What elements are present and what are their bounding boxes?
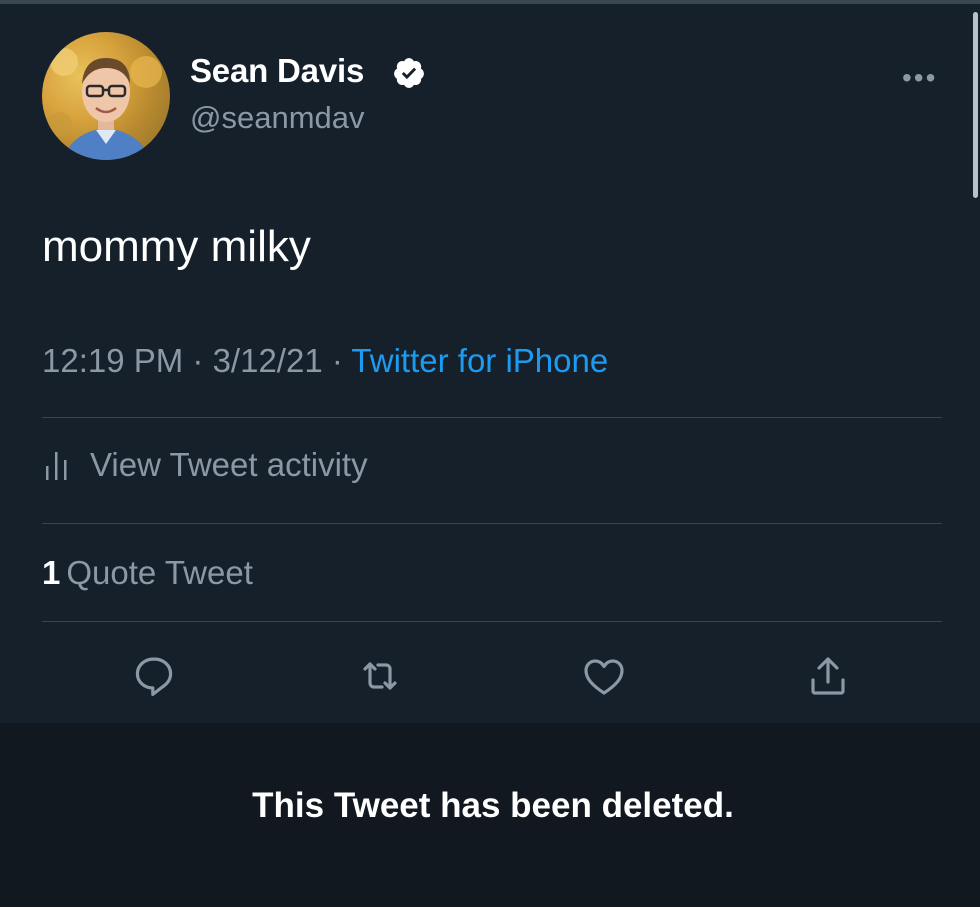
retweet-button[interactable] <box>356 652 404 700</box>
divider <box>42 417 942 418</box>
like-button[interactable] <box>580 652 628 700</box>
verified-badge-icon <box>394 58 424 88</box>
quote-count: 1 <box>42 554 61 591</box>
share-button[interactable] <box>804 652 852 700</box>
tweet-source-link[interactable]: Twitter for iPhone <box>351 342 608 379</box>
more-options-icon[interactable]: ••• <box>902 62 937 94</box>
view-tweet-activity-label: View Tweet activity <box>90 446 368 483</box>
heart-icon <box>584 659 624 695</box>
tweet-meta: 12:19 PM · 3/12/21 · Twitter for iPhone <box>42 342 608 380</box>
display-name[interactable]: Sean Davis <box>190 52 364 90</box>
top-divider <box>0 0 980 4</box>
deleted-notice-text: This Tweet has been deleted. <box>252 786 734 825</box>
reply-button[interactable] <box>130 652 178 700</box>
quote-tweets-link[interactable]: 1 Quote Tweet <box>42 554 253 592</box>
quote-label: Quote Tweet <box>66 554 253 591</box>
reply-icon <box>135 657 173 696</box>
tweet-time[interactable]: 12:19 PM <box>42 342 183 379</box>
meta-separator: · <box>183 342 213 379</box>
avatar[interactable] <box>42 32 170 160</box>
retweet-icon <box>363 662 397 690</box>
tweet-date[interactable]: 3/12/21 <box>213 342 323 379</box>
meta-separator: · <box>322 342 352 379</box>
scrollbar[interactable] <box>973 12 978 198</box>
bar-chart-icon <box>46 452 67 480</box>
tweet-text: mommy milky <box>42 222 311 271</box>
avatar-portrait <box>48 48 162 160</box>
view-tweet-activity-button[interactable]: View Tweet activity <box>42 446 368 484</box>
divider <box>42 523 942 524</box>
divider <box>42 621 942 622</box>
user-handle[interactable]: @seanmdav <box>190 100 365 136</box>
share-icon <box>811 657 845 695</box>
